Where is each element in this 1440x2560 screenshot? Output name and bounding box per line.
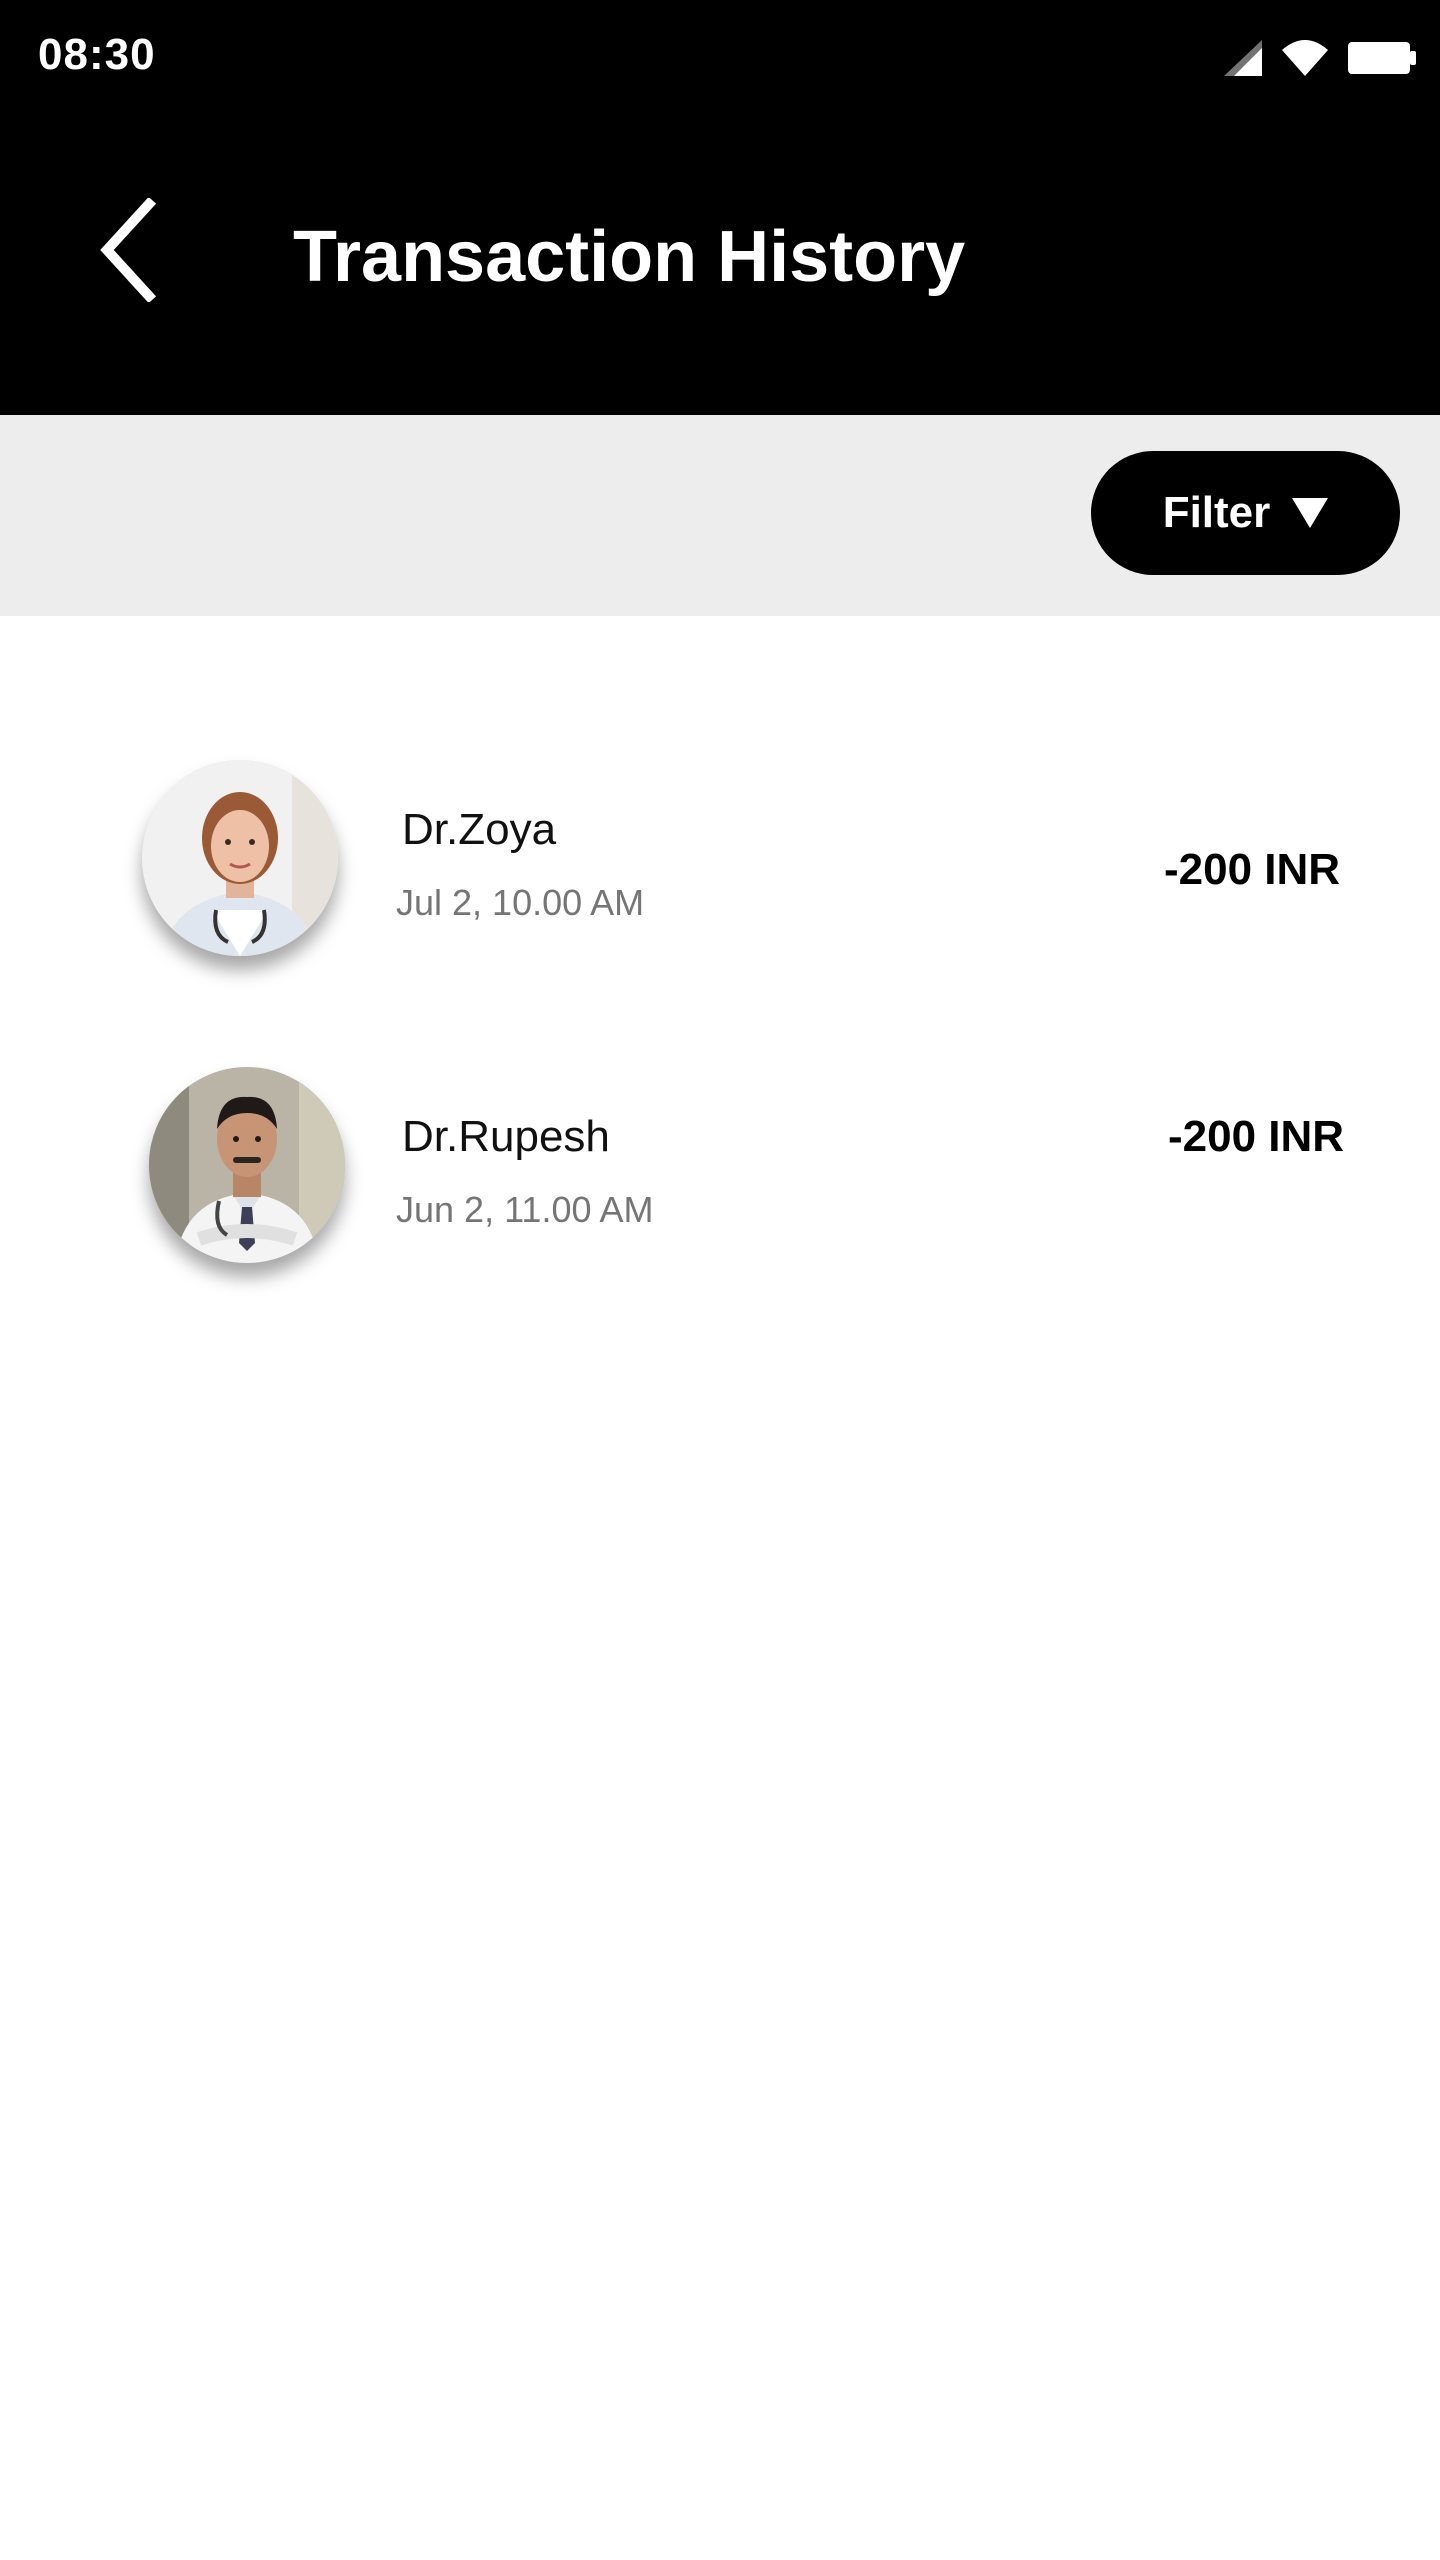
status-icons	[1224, 38, 1418, 78]
doctor-name: Dr.Zoya	[402, 805, 557, 854]
doctor-avatar-male-icon	[149, 1067, 345, 1263]
transaction-amount: -200 INR	[1164, 845, 1341, 894]
transaction-amount: -200 INR	[1168, 1112, 1345, 1161]
battery-icon	[1348, 42, 1416, 74]
transaction-row[interactable]: Dr.Rupesh Jun 2, 11.00 AM -200 INR	[0, 1057, 1440, 1277]
signal-icon	[1224, 40, 1262, 76]
doctor-name: Dr.Rupesh	[402, 1112, 610, 1161]
back-button[interactable]	[92, 195, 162, 305]
doctor-avatar-female-icon	[142, 760, 338, 956]
status-time: 08:30	[38, 30, 156, 79]
back-arrow-icon	[100, 198, 157, 302]
transaction-row[interactable]: Dr.Zoya Jul 2, 10.00 AM -200 INR	[0, 750, 1440, 970]
transaction-datetime: Jun 2, 11.00 AM	[396, 1189, 654, 1230]
doctor-avatar	[142, 760, 338, 956]
wifi-icon	[1282, 40, 1328, 76]
filter-label: Filter	[1162, 488, 1271, 537]
page-title: Transaction History	[293, 217, 966, 297]
doctor-avatar	[149, 1067, 345, 1263]
caret-down-icon	[1292, 498, 1329, 528]
filter-button[interactable]: Filter	[1091, 451, 1400, 575]
transaction-datetime: Jul 2, 10.00 AM	[396, 882, 645, 923]
